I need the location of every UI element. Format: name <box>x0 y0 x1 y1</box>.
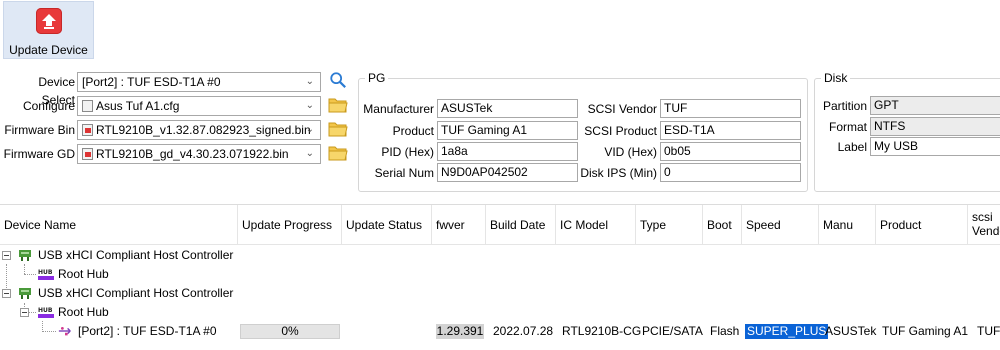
col-scsi-vendor-line2: Vendo <box>972 224 1000 238</box>
disk-ips-field[interactable]: 0 <box>660 163 801 182</box>
scsi-vendor-label: SCSI Vendor <box>587 102 657 116</box>
tree-row[interactable]: USB xHCI Compliant Host Controller <box>0 284 1000 303</box>
configure-label: Configure <box>22 99 75 113</box>
device-select-dropdown[interactable]: [Port2] : TUF ESD-T1A #0 ⌄ <box>77 72 321 92</box>
collapse-toggle-icon[interactable] <box>20 308 29 317</box>
folder-icon[interactable] <box>328 144 348 162</box>
partition-dropdown[interactable]: GPT <box>870 96 1000 115</box>
device-select-value: [Port2] : TUF ESD-T1A #0 <box>82 75 221 89</box>
serial-num-field[interactable]: N9D0AP042502 <box>437 163 578 182</box>
firmware-bin-label: Firmware Bin <box>4 123 75 137</box>
col-scsi-vendor-line1: scsi <box>972 210 993 224</box>
col-update-status[interactable]: Update Status <box>342 205 432 245</box>
scsi-product-label: SCSI Product <box>584 124 657 138</box>
col-type[interactable]: Type <box>636 205 703 245</box>
chevron-down-icon: ⌄ <box>305 100 314 111</box>
format-dropdown[interactable]: NTFS <box>870 117 1000 136</box>
tree-row[interactable]: USB xHCI Compliant Host Controller <box>0 246 1000 265</box>
col-speed[interactable]: Speed <box>742 205 819 245</box>
pg-group-title: PG <box>365 71 389 85</box>
search-icon[interactable] <box>328 71 348 89</box>
collapse-toggle-icon[interactable] <box>2 251 11 260</box>
build-date-cell: 2022.07.28 <box>493 324 554 338</box>
product-cell: TUF Gaming A1 <box>882 324 969 338</box>
update-device-button[interactable]: Update Device <box>3 1 94 59</box>
boot-cell: Flash <box>710 324 740 338</box>
firmware-bin-value: RTL9210B_v1.32.87.082923_signed.bin <box>96 123 311 137</box>
tree-row[interactable]: HUB Root Hub <box>0 265 1000 284</box>
svg-text:HUB: HUB <box>38 307 53 314</box>
product-label: Product <box>392 124 434 138</box>
scsi-vendor-cell: TUF <box>977 324 1000 338</box>
tree-item-controller: USB xHCI Compliant Host Controller <box>38 248 234 262</box>
tree-item-root-hub: Root Hub <box>58 305 109 319</box>
vid-label: VID (Hex) <box>604 145 657 159</box>
type-cell: PCIE/SATA <box>642 324 703 338</box>
folder-icon[interactable] <box>328 96 348 114</box>
device-row[interactable]: [Port2] : TUF ESD-T1A #0 0% 1.29.391 202… <box>0 322 1000 341</box>
col-update-progress[interactable]: Update Progress <box>238 205 342 245</box>
pid-field[interactable]: 1a8a <box>437 142 578 161</box>
update-device-label: Update Device <box>9 43 88 57</box>
update-progress-bar: 0% <box>240 324 340 339</box>
usb-hub-icon: HUB <box>38 269 54 280</box>
firmware-gd-dropdown[interactable]: RTL9210B_gd_v4.30.23.071922.bin ⌄ <box>77 144 321 164</box>
firmware-bin-dropdown[interactable]: RTL9210B_v1.32.87.082923_signed.bin ⌄ <box>77 120 321 140</box>
firmware-gd-value: RTL9210B_gd_v4.30.23.071922.bin <box>96 147 289 161</box>
disk-group-title: Disk <box>821 71 851 85</box>
firmware-file-icon <box>82 124 93 136</box>
tree-row[interactable]: HUB Root Hub <box>0 303 1000 322</box>
label-label: Label <box>837 140 867 154</box>
tree-item-device: [Port2] : TUF ESD-T1A #0 <box>78 324 217 338</box>
col-manu[interactable]: Manu <box>819 205 876 245</box>
usb-controller-icon <box>19 288 31 299</box>
chevron-down-icon: ⌄ <box>305 148 314 159</box>
manu-cell: ASUSTek <box>825 324 877 338</box>
product-field[interactable]: TUF Gaming A1 <box>437 121 578 140</box>
col-product[interactable]: Product <box>876 205 968 245</box>
serial-num-label: Serial Num <box>374 166 434 180</box>
col-build-date[interactable]: Build Date <box>486 205 556 245</box>
scsi-product-field[interactable]: ESD-T1A <box>660 121 801 140</box>
col-device-name[interactable]: Device Name <box>0 205 238 245</box>
chevron-down-icon: ⌄ <box>305 124 314 135</box>
collapse-toggle-icon[interactable] <box>2 289 11 298</box>
col-boot[interactable]: Boot <box>703 205 742 245</box>
firmware-file-icon <box>82 148 93 160</box>
vid-field[interactable]: 0b05 <box>660 142 801 161</box>
ic-model-cell: RTL9210B-CG <box>562 324 642 338</box>
svg-text:HUB: HUB <box>38 269 53 276</box>
usb-hub-icon: HUB <box>38 307 54 318</box>
partition-label: Partition <box>822 99 867 113</box>
firmware-gd-label: Firmware GD <box>3 147 75 161</box>
tree-item-controller: USB xHCI Compliant Host Controller <box>38 286 234 300</box>
manufacturer-field[interactable]: ASUSTek <box>437 99 578 118</box>
format-label: Format <box>828 120 867 134</box>
tree-item-root-hub: Root Hub <box>58 267 109 281</box>
grid-header: Device Name Update Progress Update Statu… <box>0 205 1000 245</box>
label-field[interactable]: My USB <box>870 137 1000 156</box>
disk-ips-label: Disk IPS (Min) <box>580 166 657 180</box>
speed-cell[interactable]: SUPER_PLUS <box>745 324 829 339</box>
chevron-down-icon: ⌄ <box>305 76 314 87</box>
pid-label: PID (Hex) <box>381 145 434 159</box>
config-file-icon <box>82 100 93 112</box>
folder-icon[interactable] <box>328 120 348 138</box>
col-scsi-vendor[interactable]: scsi Vendo <box>968 205 1000 245</box>
col-ic-model[interactable]: IC Model <box>556 205 636 245</box>
configure-dropdown[interactable]: Asus Tuf A1.cfg ⌄ <box>77 96 321 116</box>
manufacturer-label: Manufacturer <box>363 102 434 116</box>
col-fwver[interactable]: fwver <box>432 205 486 245</box>
configure-value: Asus Tuf A1.cfg <box>96 99 180 113</box>
upload-arrow-icon <box>36 8 62 34</box>
update-progress-text: 0% <box>281 324 299 338</box>
device-grid: Device Name Update Progress Update Statu… <box>0 204 1000 350</box>
toolbar: Update Device <box>0 0 1000 62</box>
usb-controller-icon <box>19 250 31 261</box>
usb-device-icon <box>58 326 71 336</box>
scsi-vendor-field[interactable]: TUF <box>660 99 801 118</box>
fwver-cell: 1.29.391 <box>436 324 484 339</box>
